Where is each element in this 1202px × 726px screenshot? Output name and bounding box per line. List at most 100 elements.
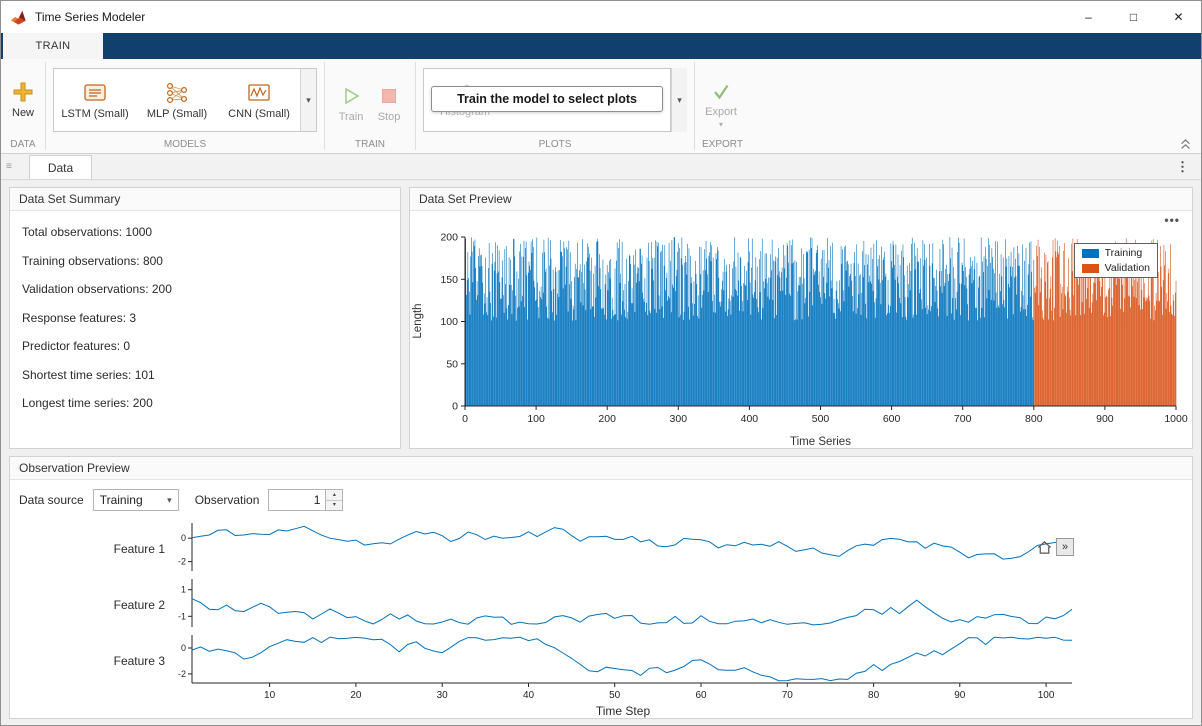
- summary-line: Predictor features: 0: [22, 339, 388, 353]
- observation-decrement-button[interactable]: ▾: [326, 501, 342, 511]
- summary-line: Total observations: 1000: [22, 225, 388, 239]
- axes-toolbar: »: [1036, 538, 1074, 556]
- svg-text:90: 90: [954, 690, 966, 701]
- svg-text:80: 80: [868, 690, 880, 701]
- ribbon-section-models: LSTM (Small) MLP (Small): [46, 59, 324, 153]
- data-source-select[interactable]: Training ▾: [93, 489, 179, 511]
- section-label-models: MODELS: [53, 136, 317, 153]
- close-button[interactable]: ✕: [1156, 1, 1201, 33]
- new-session-button[interactable]: New: [8, 81, 38, 119]
- svg-text:0: 0: [181, 643, 186, 653]
- svg-text:900: 900: [1096, 413, 1114, 425]
- ribbon: New DATA LSTM (Small): [1, 59, 1201, 154]
- matlab-logo-icon: [10, 9, 27, 26]
- svg-text:600: 600: [883, 413, 901, 425]
- legend-row-training: Training: [1082, 247, 1150, 259]
- minimize-button[interactable]: –: [1066, 1, 1111, 33]
- data-set-summary-panel: Data Set Summary Total observations: 100…: [9, 187, 401, 449]
- legend-label-training: Training: [1105, 247, 1143, 259]
- main-content: Data Set Summary Total observations: 100…: [1, 180, 1201, 725]
- time-step-label: Time Step: [170, 704, 1076, 718]
- svg-text:30: 30: [437, 690, 449, 701]
- section-label-export: EXPORT: [702, 136, 743, 153]
- new-label: New: [12, 107, 34, 119]
- data-set-preview-panel: Data Set Preview ••• 0100200300400500600…: [409, 187, 1193, 449]
- svg-text:-1: -1: [178, 611, 186, 621]
- lstm-icon: [82, 81, 108, 105]
- svg-text:0: 0: [452, 401, 458, 413]
- svg-text:100: 100: [527, 413, 545, 425]
- summary-line: Shortest time series: 101: [22, 368, 388, 382]
- observation-input[interactable]: [268, 489, 326, 511]
- y-axis-label: Length: [412, 303, 424, 338]
- svg-text:100: 100: [440, 316, 458, 328]
- maximize-button[interactable]: □: [1111, 1, 1156, 33]
- caret-down-icon: ▾: [333, 503, 336, 507]
- ribbon-section-plots: Histogram Train the model to select plot…: [416, 59, 694, 153]
- train-button[interactable]: Train: [332, 77, 370, 123]
- svg-text:500: 500: [812, 413, 830, 425]
- svg-text:60: 60: [695, 690, 707, 701]
- svg-text:40: 40: [523, 690, 535, 701]
- section-label-train: TRAIN: [332, 136, 408, 153]
- data-set-preview-body: ••• 010020030040050060070080090010000501…: [410, 211, 1192, 451]
- chart-legend[interactable]: Training Validation: [1074, 243, 1158, 278]
- document-actions-icon[interactable]: ⋮: [1164, 154, 1201, 179]
- mlp-icon: [164, 81, 190, 105]
- summary-line: Training observations: 800: [22, 254, 388, 268]
- export-label: Export: [705, 106, 737, 118]
- svg-text:700: 700: [954, 413, 972, 425]
- svg-text:400: 400: [741, 413, 759, 425]
- models-gallery-expand-button[interactable]: ▾: [300, 69, 316, 131]
- observation-chart: 0-21-10-2102030405060708090100: [170, 521, 1076, 703]
- observation-preview-title: Observation Preview: [19, 461, 130, 475]
- svg-text:300: 300: [670, 413, 688, 425]
- svg-text:0: 0: [181, 533, 186, 543]
- title-bar: Time Series Modeler – □ ✕: [1, 1, 1201, 33]
- plots-gallery-expand-button[interactable]: ▾: [671, 68, 687, 132]
- cnn-icon: [246, 81, 272, 105]
- model-cnn-small[interactable]: CNN (Small): [218, 69, 300, 131]
- tab-data[interactable]: Data: [29, 155, 92, 179]
- home-icon[interactable]: [1036, 539, 1053, 556]
- model-lstm-small[interactable]: LSTM (Small): [54, 69, 136, 131]
- observation-preview-body: Data source Training ▾ Observation ▴ ▾: [10, 480, 1192, 718]
- model-mlp-small[interactable]: MLP (Small): [136, 69, 218, 131]
- expand-tools-button[interactable]: »: [1056, 538, 1074, 556]
- collapse-ribbon-icon[interactable]: [1179, 138, 1192, 150]
- observation-increment-button[interactable]: ▴: [326, 490, 342, 501]
- observation-controls: Data source Training ▾ Observation ▴ ▾: [10, 480, 1192, 511]
- chart-options-icon[interactable]: •••: [1164, 213, 1180, 227]
- summary-line: Longest time series: 200: [22, 396, 388, 410]
- legend-label-validation: Validation: [1105, 262, 1150, 274]
- caret-down-icon: ▾: [677, 95, 682, 106]
- train-label: Train: [339, 111, 364, 123]
- svg-text:1000: 1000: [1164, 413, 1188, 425]
- dock-grip-icon: ≡: [1, 154, 17, 179]
- select-caret-icon: ▾: [167, 495, 172, 506]
- check-icon: [710, 82, 732, 102]
- training-swatch: [1082, 249, 1099, 258]
- feature-2-label: Feature 2: [10, 577, 170, 633]
- svg-text:-2: -2: [178, 669, 186, 679]
- svg-text:150: 150: [440, 274, 458, 286]
- stop-icon: [378, 85, 400, 107]
- stop-button[interactable]: Stop: [370, 77, 408, 123]
- svg-text:800: 800: [1025, 413, 1043, 425]
- feature-labels: Feature 1 Feature 2 Feature 3: [10, 521, 170, 703]
- document-tab-bar: ≡ Data ⋮: [1, 154, 1201, 180]
- export-button[interactable]: Export ▾: [702, 74, 740, 127]
- validation-swatch: [1082, 264, 1099, 273]
- tab-train[interactable]: TRAIN: [3, 33, 103, 59]
- observation-stepper: ▴ ▾: [326, 489, 343, 511]
- caret-down-icon: ▾: [306, 95, 311, 106]
- export-caret-icon: ▾: [719, 122, 723, 127]
- window-title: Time Series Modeler: [35, 10, 145, 24]
- svg-text:0: 0: [462, 413, 468, 425]
- ribbon-tab-bar: TRAIN: [1, 33, 1201, 59]
- ribbon-section-data: New DATA: [1, 59, 45, 153]
- data-source-value: Training: [100, 493, 143, 507]
- data-set-summary-title: Data Set Summary: [19, 192, 120, 206]
- feature-3-label: Feature 3: [10, 633, 170, 689]
- observation-preview-panel: Observation Preview Data source Training…: [9, 456, 1193, 719]
